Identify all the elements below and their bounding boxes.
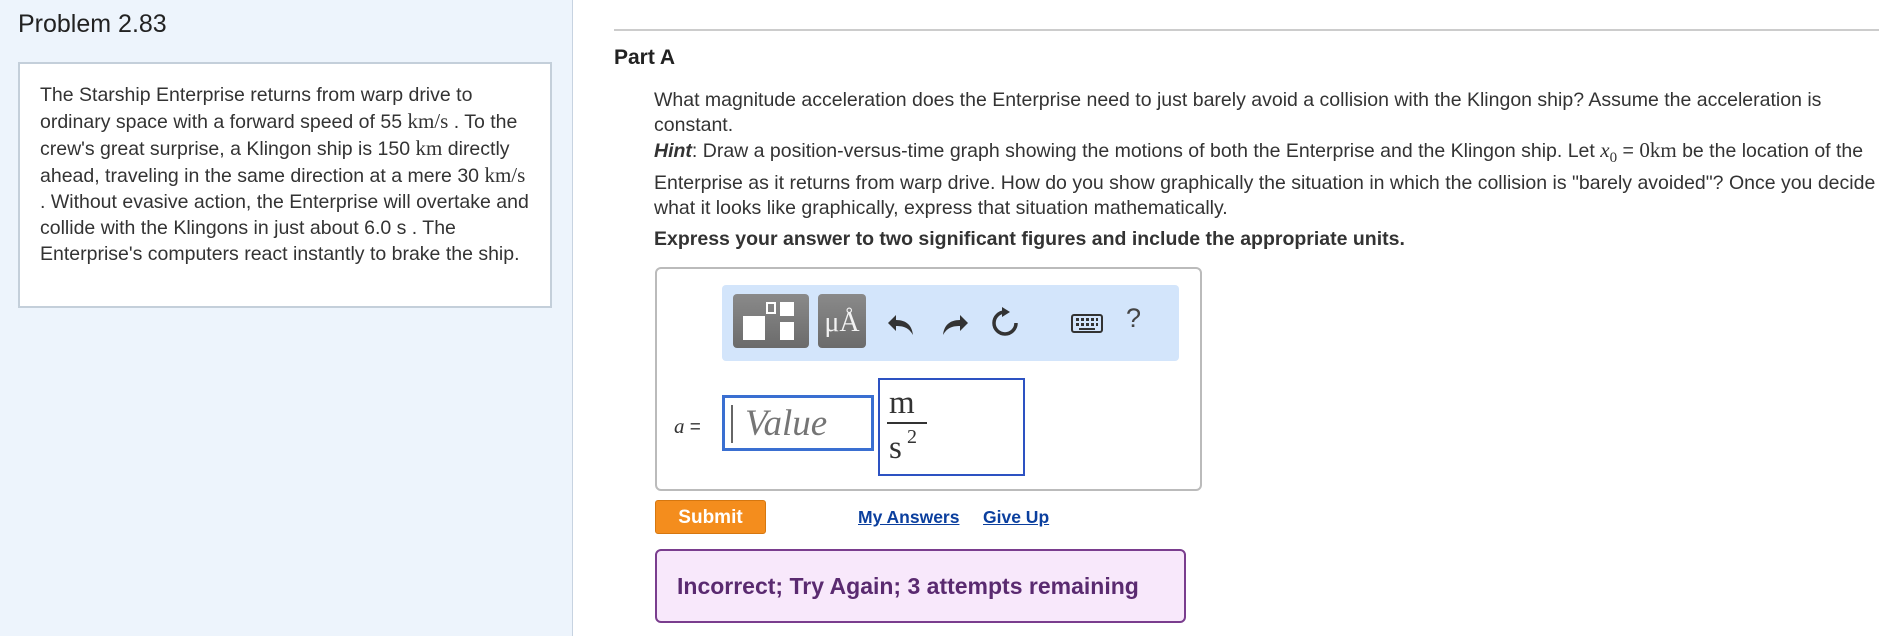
templates-button[interactable] xyxy=(733,294,809,348)
hint-text-1: : Draw a position-versus-time graph show… xyxy=(691,140,1601,162)
reset-icon[interactable] xyxy=(985,303,1025,343)
undo-icon[interactable] xyxy=(882,303,922,343)
problem-statement: The Starship Enterprise returns from war… xyxy=(18,62,552,308)
hint-equals: = xyxy=(1617,140,1640,162)
answer-instructions: Express your answer to two significant f… xyxy=(654,228,1405,250)
speed-unit: km/s xyxy=(407,109,449,133)
answer-variable-label: a = xyxy=(674,414,701,439)
unit-exponent: 2 xyxy=(907,426,917,448)
value-field[interactable] xyxy=(722,395,874,451)
question-text: What magnitude acceleration does the Ent… xyxy=(654,88,1876,221)
submit-button[interactable]: Submit xyxy=(655,500,766,534)
problem-panel: Problem 2.83 The Starship Enterprise ret… xyxy=(0,0,573,636)
question-body: What magnitude acceleration does the Ent… xyxy=(654,89,1822,136)
units-button[interactable]: μÅ xyxy=(818,294,866,348)
keyboard-icon[interactable] xyxy=(1067,303,1107,343)
answer-equals: = xyxy=(684,417,701,438)
value-input[interactable] xyxy=(733,400,867,446)
math-toolbar: μÅ ? xyxy=(722,285,1179,361)
unit-numerator: m xyxy=(889,385,915,421)
hint-subscript: 0 xyxy=(1609,149,1618,166)
feedback-message: Incorrect; Try Again; 3 attempts remaini… xyxy=(655,549,1186,623)
hint-label: Hint xyxy=(654,140,692,162)
redo-icon[interactable] xyxy=(934,303,974,343)
unit-fraction-bar xyxy=(887,422,927,424)
give-up-link[interactable]: Give Up xyxy=(983,507,1049,528)
answer-box: μÅ ? a = m s 2 xyxy=(655,267,1202,491)
help-icon[interactable]: ? xyxy=(1126,303,1141,334)
problem-text-4: . Without evasive action, the Enterprise… xyxy=(40,191,529,265)
part-divider xyxy=(614,29,1879,31)
part-title: Part A xyxy=(614,46,676,69)
hint-value: 0km xyxy=(1639,138,1677,162)
unit-denominator: s xyxy=(889,430,902,466)
distance-unit: km xyxy=(415,136,443,160)
hint-variable: x xyxy=(1600,138,1610,162)
my-answers-link[interactable]: My Answers xyxy=(858,507,959,528)
units-field[interactable]: m s 2 xyxy=(878,378,1025,476)
problem-title: Problem 2.83 xyxy=(18,10,167,38)
units-icon: μÅ xyxy=(824,307,860,338)
klingon-speed-unit: km/s xyxy=(484,163,526,187)
answer-variable: a xyxy=(674,414,685,438)
